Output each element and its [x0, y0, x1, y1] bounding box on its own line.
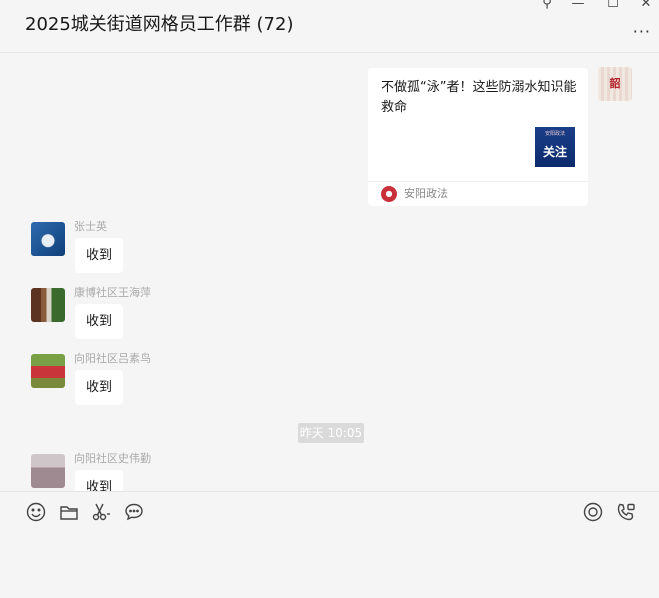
sender-name: 康博社区王海萍: [74, 286, 151, 299]
article-title: 不做孤“泳”者！这些防溺水知识能救命: [381, 80, 577, 115]
input-toolbar: [0, 491, 659, 598]
title-bar: 2025城关街道网格员工作群 (72) ⚲ — ☐ ✕ ···: [0, 0, 659, 53]
folder-icon[interactable]: [58, 501, 80, 523]
message-bubble[interactable]: 收到: [75, 370, 123, 405]
voice-icon[interactable]: [582, 501, 604, 523]
chat-bubble-icon[interactable]: [123, 501, 145, 523]
maximize-button[interactable]: ☐: [601, 0, 625, 12]
message-timestamp: 昨天 10:05: [298, 423, 364, 443]
message-item: 向阳社区史伟勤 收到: [0, 452, 659, 491]
message-bubble[interactable]: 收到: [75, 304, 123, 339]
sender-name: 向阳社区史伟勤: [74, 452, 151, 465]
sender-name: 张士英: [74, 220, 107, 233]
message-bubble[interactable]: 收到: [75, 238, 123, 273]
message-bubble[interactable]: 收到: [75, 470, 123, 491]
message-item: 张士英 收到: [0, 220, 659, 282]
avatar[interactable]: [31, 454, 65, 488]
avatar[interactable]: [31, 222, 65, 256]
close-button[interactable]: ✕: [634, 0, 658, 12]
self-avatar[interactable]: 韶: [598, 67, 632, 101]
message-item: 向阳社区吕素鸟 收到: [0, 352, 659, 414]
thumbnail-text: 关注: [542, 145, 567, 159]
article-card[interactable]: 不做孤“泳”者！这些防溺水知识能救命 安阳政法 关注 ● 安阳政法: [368, 68, 588, 206]
pin-icon[interactable]: ⚲: [535, 0, 559, 12]
video-call-icon[interactable]: [615, 501, 637, 523]
sender-name: 向阳社区吕素鸟: [74, 352, 151, 365]
card-divider: [368, 181, 588, 182]
chat-history[interactable]: 不做孤“泳”者！这些防溺水知识能救命 安阳政法 关注 ● 安阳政法 韶 张士英 …: [0, 54, 659, 491]
source-logo-icon: ●: [381, 186, 397, 202]
emoji-icon[interactable]: [25, 501, 47, 523]
avatar[interactable]: [31, 354, 65, 388]
chat-title: 2025城关街道网格员工作群 (72): [25, 14, 294, 35]
minimize-button[interactable]: —: [566, 0, 590, 12]
scissors-icon[interactable]: [90, 501, 112, 523]
more-options-icon[interactable]: ···: [633, 22, 651, 41]
article-thumbnail: 安阳政法 关注: [535, 127, 575, 167]
avatar[interactable]: [31, 288, 65, 322]
message-item: 康博社区王海萍 收到: [0, 286, 659, 348]
article-source: 安阳政法: [404, 187, 448, 200]
thumbnail-caption: 安阳政法: [544, 131, 565, 137]
